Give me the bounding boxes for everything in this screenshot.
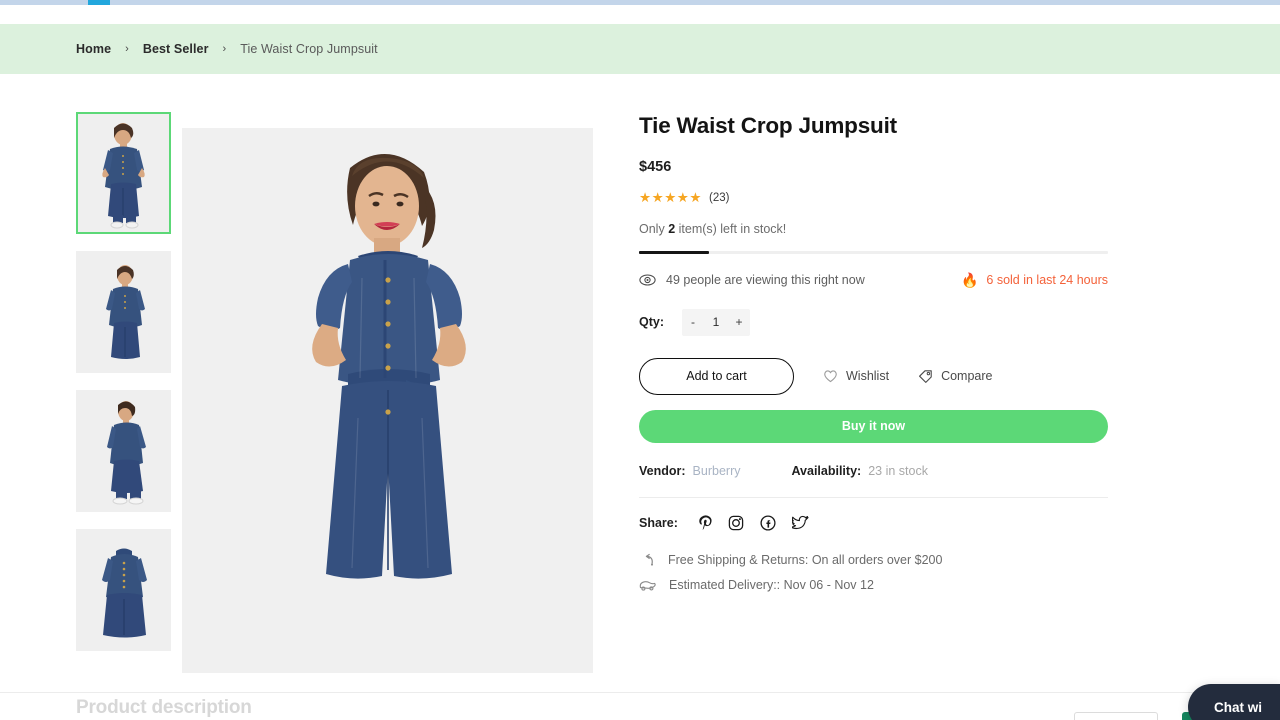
- stock-progress-bar: [639, 250, 1108, 254]
- stock-suffix: item(s) left in stock!: [675, 221, 787, 236]
- share-row: Share:: [639, 514, 1108, 531]
- review-count[interactable]: (23): [709, 192, 729, 204]
- flame-icon: 🔥: [960, 271, 979, 288]
- cta-row: Add to cart Wishlist Compare: [639, 357, 1108, 395]
- social-proof-row: 49 people are viewing this right now 🔥 6…: [639, 273, 1108, 287]
- main-product-image[interactable]: [182, 128, 593, 673]
- breadcrumb-item-best-seller[interactable]: Best Seller: [143, 42, 209, 56]
- quantity-value[interactable]: 1: [704, 315, 728, 329]
- twitter-icon[interactable]: [791, 515, 809, 531]
- quantity-label: Qty:: [639, 315, 664, 329]
- stock-prefix: Only: [639, 221, 669, 236]
- wishlist-button[interactable]: Wishlist: [823, 369, 889, 383]
- recent-sales: 🔥 6 sold in last 24 hours: [961, 273, 1108, 287]
- breadcrumb-separator-icon: ›: [222, 43, 227, 55]
- product-photo: [182, 128, 593, 673]
- thumbnail-4[interactable]: [76, 529, 171, 651]
- thumbnail-1[interactable]: [76, 112, 171, 234]
- quantity-row: Qty: - 1 +: [639, 308, 1108, 336]
- quantity-stepper[interactable]: - 1 +: [682, 308, 750, 336]
- chat-widget-label: Chat wi: [1214, 699, 1263, 715]
- thumbnail-3[interactable]: [76, 390, 171, 512]
- thumbnail-image-3: [78, 392, 169, 510]
- breadcrumb-separator-icon: ›: [125, 43, 129, 55]
- vendor-value[interactable]: Burberry: [693, 464, 741, 478]
- eye-icon: [639, 273, 656, 286]
- estimated-delivery-row: Estimated Delivery:: Nov 06 - Nov 12: [639, 578, 1108, 592]
- free-shipping-row: Free Shipping & Returns: On all orders o…: [639, 553, 1108, 567]
- product-price: $456: [639, 159, 672, 175]
- divider: [639, 496, 1108, 498]
- pinterest-icon[interactable]: [697, 514, 712, 531]
- delivery-text: Estimated Delivery:: Nov 06 - Nov 12: [669, 577, 874, 592]
- share-label: Share:: [639, 515, 678, 530]
- vendor-label: Vendor:: [639, 463, 686, 478]
- tag-icon: [919, 370, 932, 383]
- viewing-text: 49 people are viewing this right now: [666, 272, 865, 287]
- wishlist-label: Wishlist: [846, 369, 890, 383]
- compare-button[interactable]: Compare: [918, 369, 992, 383]
- quantity-increase-button[interactable]: +: [728, 309, 750, 336]
- product-description-heading: Product description: [76, 697, 252, 718]
- breadcrumb-item-current: Tie Waist Crop Jumpsuit: [240, 42, 378, 56]
- buy-it-now-button[interactable]: Buy it now: [639, 409, 1108, 443]
- breadcrumb-bar: Home › Best Seller › Tie Waist Crop Jump…: [0, 24, 1280, 74]
- product-page: Home › Best Seller › Tie Waist Crop Jump…: [0, 0, 1280, 720]
- shipping-text: Free Shipping & Returns: On all orders o…: [668, 552, 943, 567]
- vendor-availability-row: Vendor: Burberry Availability: 23 in sto…: [639, 464, 1108, 478]
- thumbnail-2[interactable]: [76, 251, 171, 373]
- rating-row: ★★★★★ (23): [639, 191, 1108, 205]
- product-info: Tie Waist Crop Jumpsuit $456 ★★★★★ (23) …: [639, 112, 1108, 592]
- breadcrumb-item-home[interactable]: Home: [76, 42, 111, 56]
- delivery-truck-icon: [639, 580, 656, 591]
- breadcrumb: Home › Best Seller › Tie Waist Crop Jump…: [0, 42, 378, 56]
- return-arrow-icon: [645, 553, 653, 566]
- section-divider: [0, 692, 1280, 693]
- availability-label: Availability:: [791, 463, 862, 478]
- heart-icon: [824, 370, 837, 383]
- thumbnail-image-4: [78, 531, 169, 649]
- stock-progress-fill: [639, 250, 709, 254]
- add-to-cart-button[interactable]: Add to cart: [639, 357, 794, 395]
- thumbnail-list: [76, 112, 171, 668]
- instagram-icon[interactable]: [728, 515, 744, 531]
- chat-widget-button[interactable]: Chat wi: [1188, 684, 1280, 720]
- footer-input-placeholder[interactable]: [1074, 712, 1158, 720]
- thumbnail-image-2: [78, 253, 169, 371]
- facebook-icon[interactable]: [760, 514, 776, 531]
- header-whitespace: [0, 5, 1280, 24]
- star-rating-icon: ★★★★★: [639, 190, 703, 205]
- sold-text: 6 sold in last 24 hours: [986, 272, 1108, 287]
- thumbnail-image-1: [78, 114, 169, 232]
- compare-label: Compare: [941, 369, 993, 383]
- stock-message: Only 2 item(s) left in stock!: [639, 222, 1108, 236]
- availability-value: 23 in stock: [868, 463, 928, 478]
- viewing-now: 49 people are viewing this right now: [639, 273, 865, 287]
- quantity-decrease-button[interactable]: -: [682, 309, 704, 336]
- product-title: Tie Waist Crop Jumpsuit: [639, 113, 897, 138]
